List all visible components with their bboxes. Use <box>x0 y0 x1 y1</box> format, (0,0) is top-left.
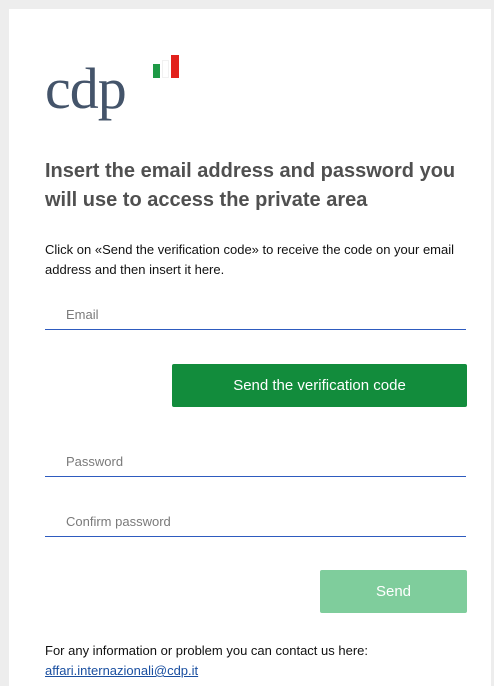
registration-card: cdp Insert the email address and passwor… <box>9 9 491 686</box>
confirm-password-input[interactable] <box>45 507 466 535</box>
flag-green-stripe <box>153 64 160 78</box>
contact-email-link[interactable]: affari.internazionali@cdp.it <box>45 663 198 678</box>
logo-text: cdp <box>45 56 127 121</box>
page-title: Insert the email address and password yo… <box>45 160 456 211</box>
password-field <box>45 447 466 477</box>
password-input[interactable] <box>45 447 466 475</box>
italian-flag-icon <box>153 55 179 78</box>
flag-red-stripe <box>171 55 179 78</box>
send-verification-code-button[interactable]: Send the verification code <box>172 364 467 407</box>
contact-footer: For any information or problem you can c… <box>45 641 475 681</box>
email-field <box>45 300 466 330</box>
confirm-password-field <box>45 507 466 537</box>
contact-text: For any information or problem you can c… <box>45 643 368 658</box>
flag-white-stripe <box>162 60 169 78</box>
instructions-text: Click on «Send the verification code» to… <box>45 242 455 277</box>
email-input[interactable] <box>45 300 466 328</box>
send-button[interactable]: Send <box>320 570 467 613</box>
page: cdp Insert the email address and passwor… <box>0 0 494 686</box>
